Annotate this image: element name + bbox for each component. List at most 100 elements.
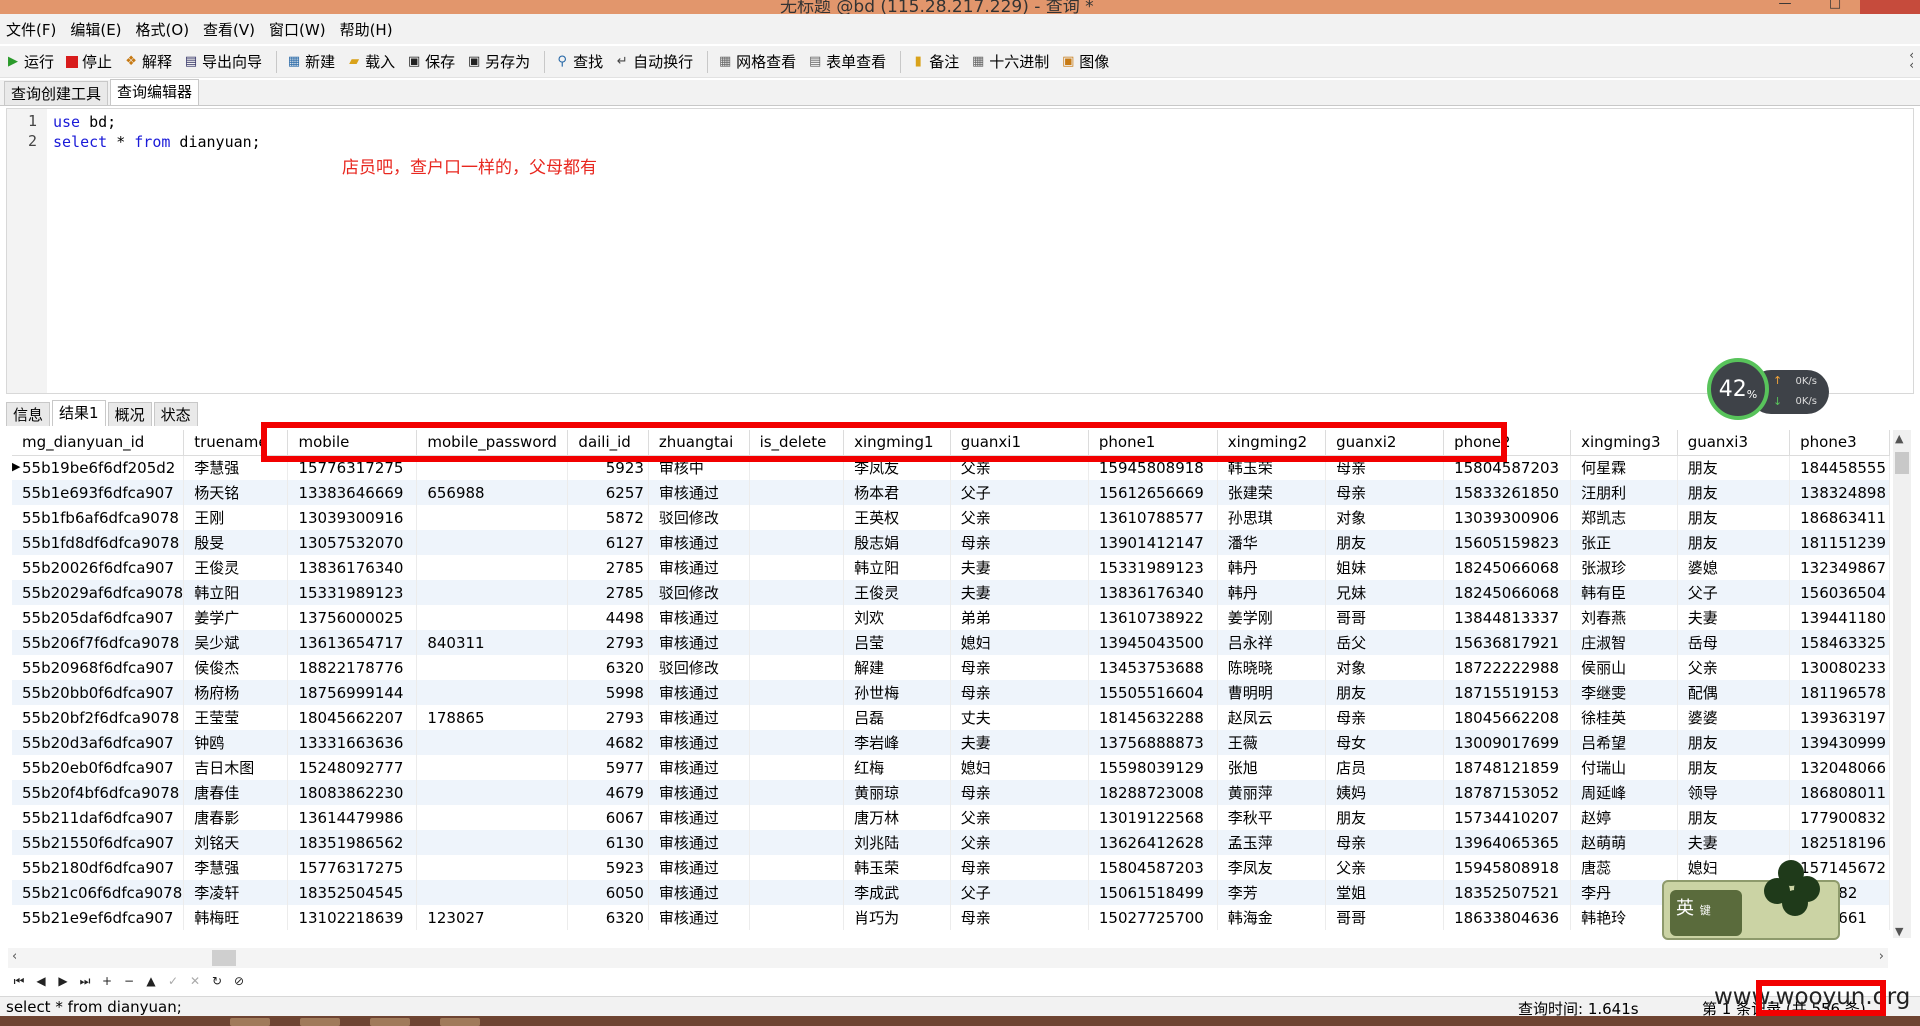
- table-cell[interactable]: 张旭: [1217, 755, 1327, 780]
- run-button[interactable]: ▶ 运行: [6, 51, 54, 72]
- table-cell[interactable]: 朋友: [1677, 455, 1791, 480]
- network-speed-widget[interactable]: ↑ 0K/s ↓ 0K/s 42%: [1707, 358, 1829, 420]
- table-cell[interactable]: 13039300916: [287, 505, 418, 530]
- table-cell[interactable]: 55b20bb0f6dfca907: [12, 680, 185, 705]
- scroll-down-icon[interactable]: ▼: [1895, 925, 1903, 938]
- table-cell[interactable]: 审核通过: [648, 555, 750, 580]
- table-cell[interactable]: 李慧强: [183, 855, 289, 880]
- column-header-phone3[interactable]: phone3: [1789, 430, 1890, 456]
- table-row[interactable]: 55b21e9ef6dfca907 韩梅旺 13102218639 123027 632…: [12, 905, 1890, 930]
- table-cell[interactable]: 15734410207: [1443, 805, 1572, 830]
- table-cell[interactable]: [416, 880, 569, 905]
- refresh-icon[interactable]: ↻: [206, 974, 228, 988]
- table-cell[interactable]: 侯丽山: [1570, 655, 1678, 680]
- table-cell[interactable]: 18722222988: [1443, 655, 1572, 680]
- table-row[interactable]: 55b21550f6dfca907 刘铭天 18351986562 6130 审核通过 刘…: [12, 830, 1890, 855]
- table-cell[interactable]: 18145632288: [1088, 705, 1218, 730]
- table-cell[interactable]: 王薇: [1217, 730, 1327, 755]
- table-cell[interactable]: 杨天铭: [183, 480, 289, 505]
- table-cell[interactable]: 朋友: [1677, 805, 1791, 830]
- taskbar-item[interactable]: [230, 1018, 270, 1026]
- table-cell[interactable]: 母亲: [950, 655, 1089, 680]
- table-cell[interactable]: 韩玉荣: [843, 855, 951, 880]
- table-cell[interactable]: 15636817921: [1443, 630, 1572, 655]
- table-cell[interactable]: 18045662208: [1443, 705, 1572, 730]
- table-cell[interactable]: 55b20026f6dfca907: [12, 555, 185, 580]
- table-row[interactable]: 55b2029af6dfca9078 韩立阳 15331989123 2785 驳回修改…: [12, 580, 1890, 605]
- table-cell[interactable]: 13613654717: [287, 630, 418, 655]
- table-cell[interactable]: 13610738922: [1088, 605, 1218, 630]
- close-button[interactable]: [1860, 0, 1920, 14]
- table-cell[interactable]: 吉日木图: [183, 755, 289, 780]
- table-cell[interactable]: 5872: [567, 505, 649, 530]
- table-cell[interactable]: [416, 580, 569, 605]
- explain-button[interactable]: ❖ 解释: [124, 51, 172, 72]
- table-cell[interactable]: 朋友: [1325, 530, 1445, 555]
- table-cell[interactable]: 父亲: [950, 830, 1089, 855]
- table-cell[interactable]: [749, 705, 845, 730]
- table-cell[interactable]: 15505516604: [1088, 680, 1218, 705]
- table-row[interactable]: 55b20eb0f6dfca907 吉日木图 15248092777 5977 审核通过…: [12, 755, 1890, 780]
- table-cell[interactable]: 55b2029af6dfca9078: [12, 580, 185, 605]
- table-cell[interactable]: 6320: [567, 905, 649, 930]
- table-cell[interactable]: 姨妈: [1325, 780, 1445, 805]
- table-cell[interactable]: 吕永祥: [1217, 630, 1327, 655]
- tab-status[interactable]: 状态: [153, 402, 198, 426]
- hex-button[interactable]: ▦ 十六进制: [971, 51, 1049, 72]
- table-cell[interactable]: 周延峰: [1570, 780, 1678, 805]
- table-cell[interactable]: 18083862230: [287, 780, 418, 805]
- table-cell[interactable]: [749, 505, 845, 530]
- find-button[interactable]: ⚲ 查找: [555, 51, 603, 72]
- table-cell[interactable]: 李凤友: [1217, 855, 1327, 880]
- table-cell[interactable]: 审核通过: [648, 705, 750, 730]
- table-cell[interactable]: 15945808918: [1443, 855, 1572, 880]
- table-cell[interactable]: [416, 555, 569, 580]
- result-grid[interactable]: ▶ mg_dianyuan_id truename mobile mobile_pas…: [12, 430, 1890, 930]
- table-cell[interactable]: 赵婷: [1570, 805, 1678, 830]
- table-cell[interactable]: 岳母: [1677, 630, 1791, 655]
- sql-code[interactable]: use bd; select * from dianyuan;: [53, 112, 261, 152]
- table-cell[interactable]: 对象: [1325, 505, 1445, 530]
- menu-window[interactable]: 窗口(W): [269, 19, 326, 40]
- minimize-button[interactable]: —: [1770, 0, 1800, 11]
- table-cell[interactable]: 唐蕊: [1570, 855, 1678, 880]
- sql-editor[interactable]: 1 2 use bd; select * from dianyuan; 店员吧，…: [6, 108, 1914, 394]
- table-cell[interactable]: 15331989123: [287, 580, 418, 605]
- table-cell[interactable]: [416, 680, 569, 705]
- new-button[interactable]: ▦ 新建: [287, 51, 335, 72]
- table-cell[interactable]: [749, 680, 845, 705]
- input-method-widget[interactable]: 英 键: [1662, 860, 1840, 940]
- table-cell[interactable]: 6257: [567, 480, 649, 505]
- table-cell[interactable]: 李秋平: [1217, 805, 1327, 830]
- menu-edit[interactable]: 编辑(E): [70, 19, 121, 40]
- table-cell[interactable]: 汪朋利: [1570, 480, 1678, 505]
- table-cell[interactable]: 张建荣: [1217, 480, 1327, 505]
- table-cell[interactable]: 130080233: [1789, 655, 1890, 680]
- table-cell[interactable]: 139441180: [1789, 605, 1890, 630]
- table-cell[interactable]: 父子: [950, 880, 1089, 905]
- prev-record-icon[interactable]: ◀: [30, 974, 52, 988]
- word-wrap-button[interactable]: ↵ 自动换行: [615, 51, 693, 72]
- table-cell[interactable]: 母亲: [950, 855, 1089, 880]
- table-cell[interactable]: 父亲: [1677, 655, 1791, 680]
- table-cell[interactable]: 6130: [567, 830, 649, 855]
- table-cell[interactable]: 殷旻: [183, 530, 289, 555]
- table-cell[interactable]: 哥哥: [1325, 905, 1445, 930]
- table-cell[interactable]: 婆婆: [1677, 705, 1791, 730]
- table-cell[interactable]: [416, 855, 569, 880]
- table-cell[interactable]: 韩梅旺: [183, 905, 289, 930]
- table-cell[interactable]: 审核通过: [648, 755, 750, 780]
- scroll-right-icon[interactable]: ›: [1879, 949, 1884, 964]
- table-row[interactable]: 55b1fb6af6dfca9078 王刚 13039300916 5872 驳回修改 王…: [12, 505, 1890, 530]
- table-cell[interactable]: 弟弟: [950, 605, 1089, 630]
- column-header-mg-dianyuan-id[interactable]: mg_dianyuan_id: [12, 430, 185, 456]
- table-cell[interactable]: 55b20eb0f6dfca907: [12, 755, 185, 780]
- taskbar-item[interactable]: [370, 1018, 410, 1026]
- table-cell[interactable]: 郑凯志: [1570, 505, 1678, 530]
- table-cell[interactable]: 唐万林: [843, 805, 951, 830]
- table-cell[interactable]: 139430999: [1789, 730, 1890, 755]
- table-cell[interactable]: 审核通过: [648, 530, 750, 555]
- table-cell[interactable]: 夫妻: [1677, 830, 1791, 855]
- table-cell[interactable]: 15605159823: [1443, 530, 1572, 555]
- table-cell[interactable]: 审核通过: [648, 480, 750, 505]
